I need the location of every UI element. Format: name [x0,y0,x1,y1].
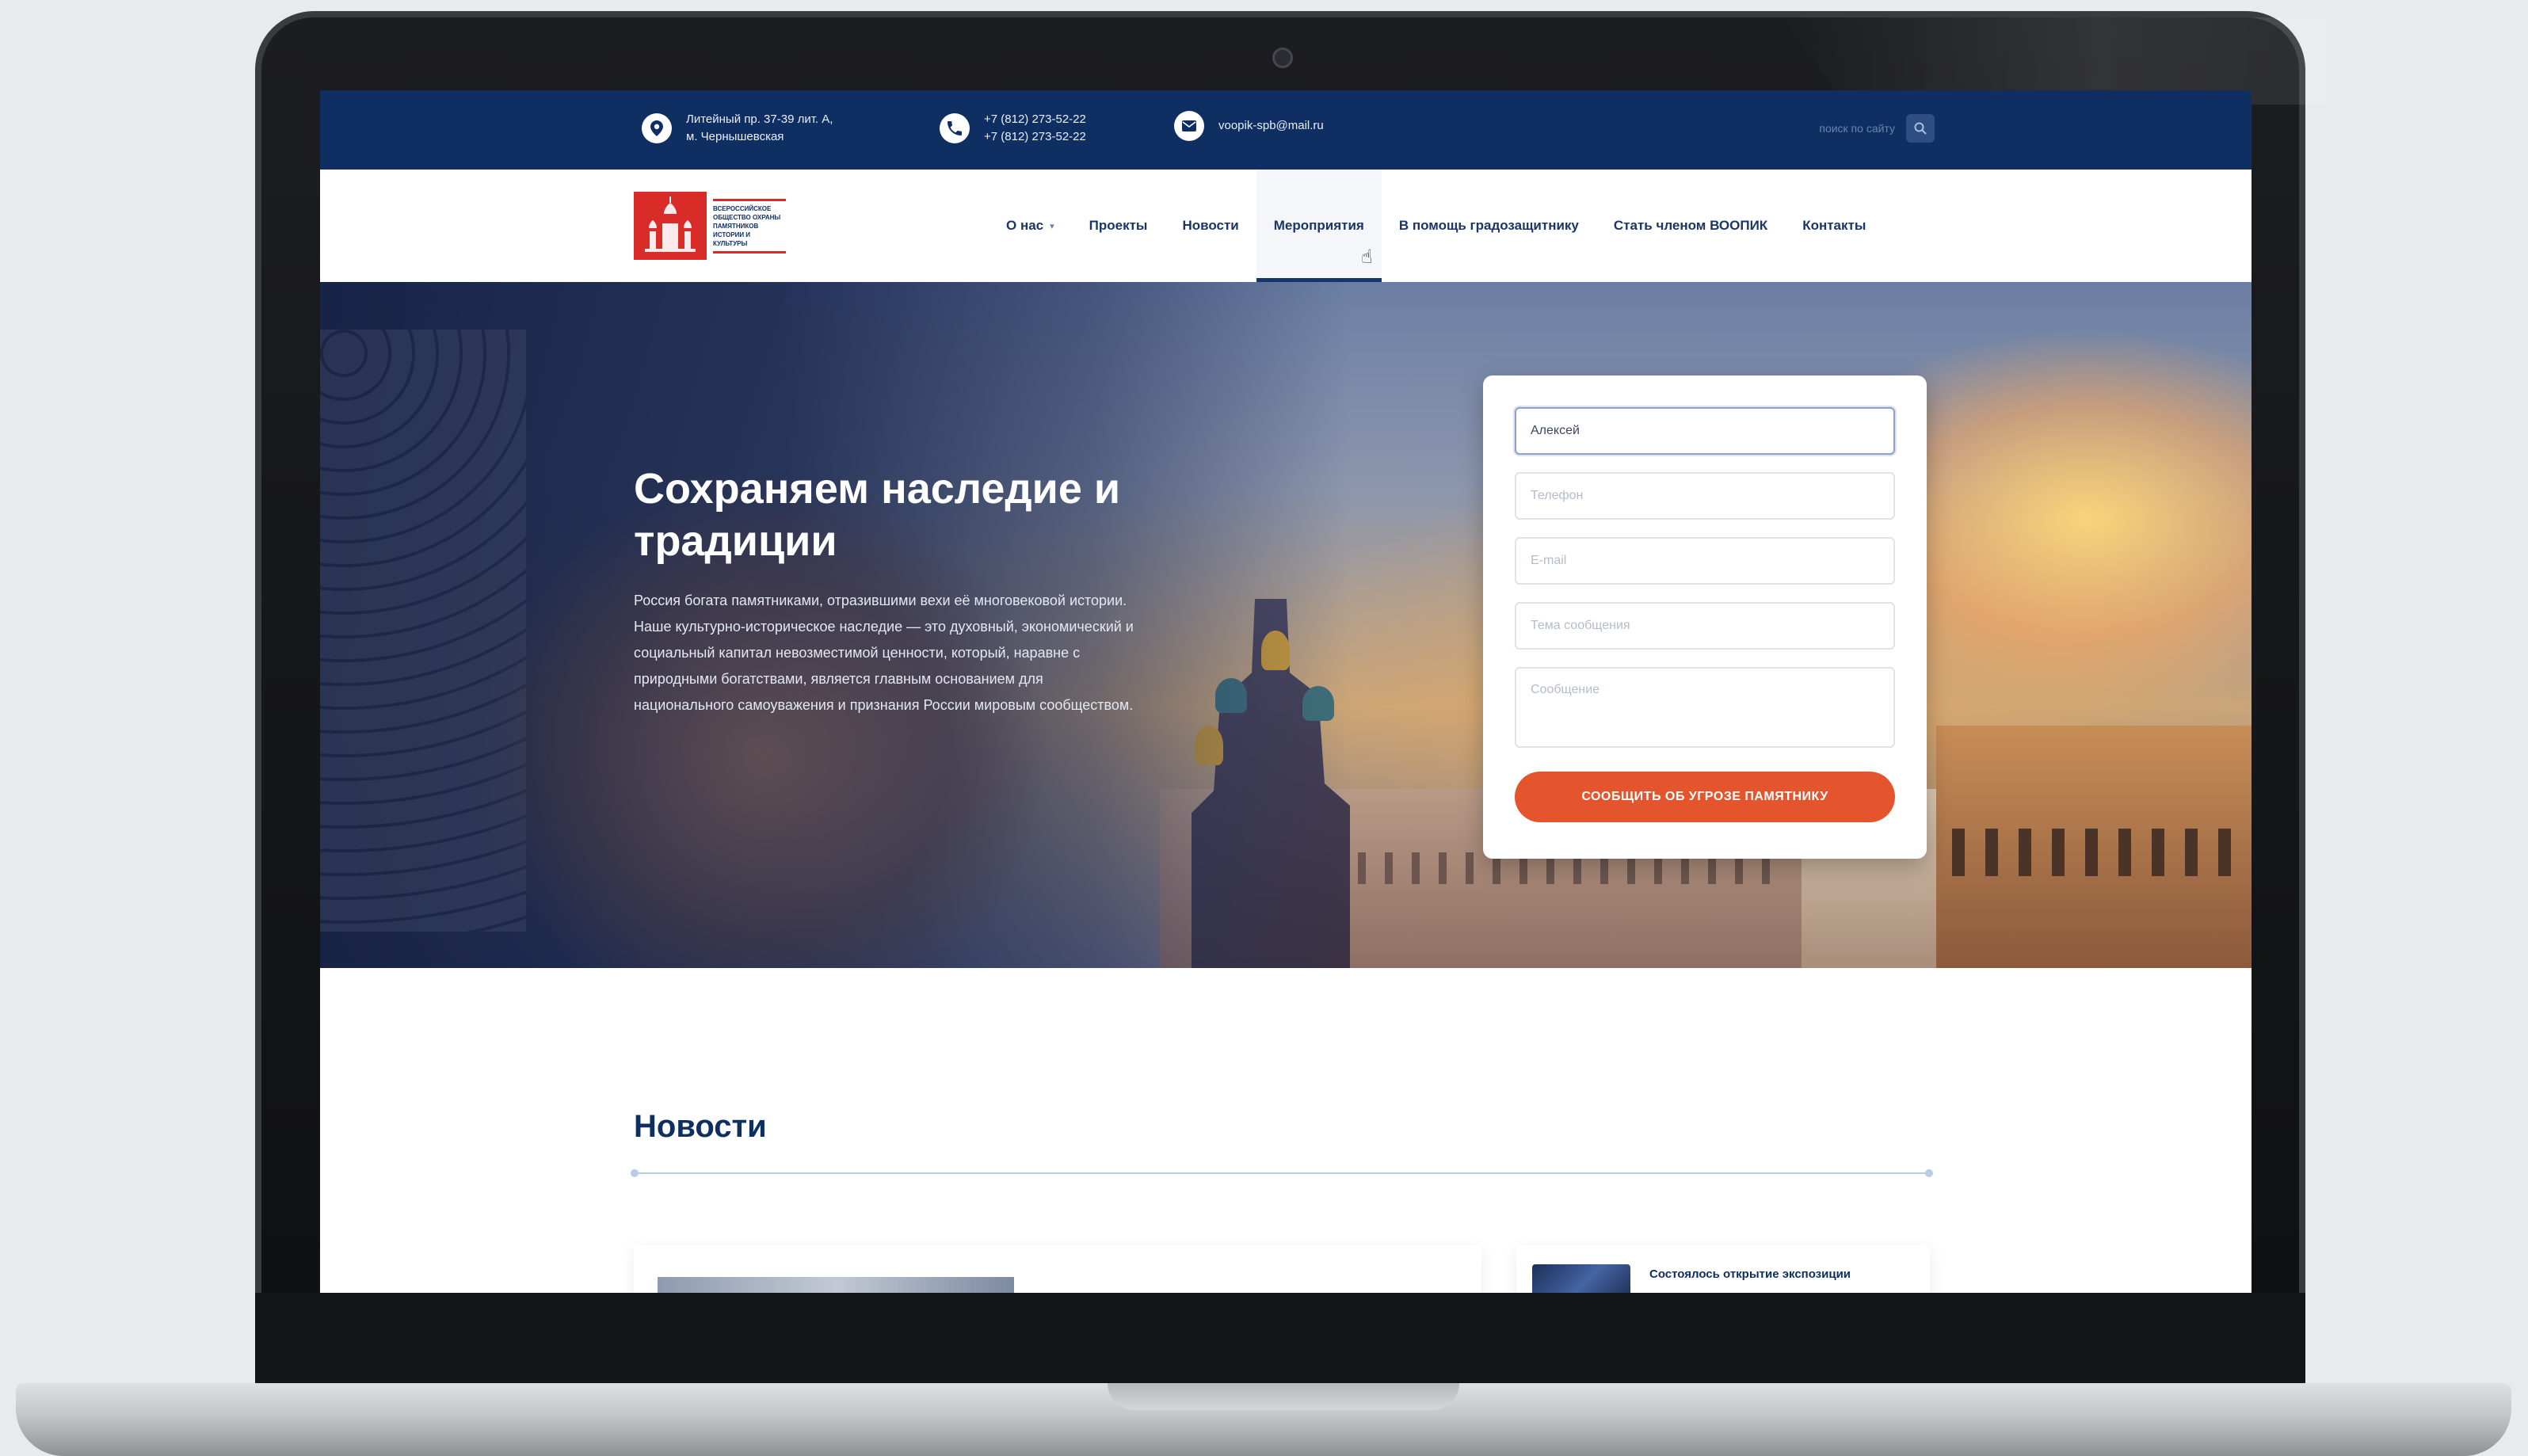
address-line-2: м. Чернышевская [686,130,784,143]
phone-number-2[interactable]: +7 (812) 273-52-22 [984,128,1086,146]
hero-description: Россия богата памятниками, отразившими в… [634,593,1134,713]
nav-item-label: Мероприятия [1273,218,1364,233]
nav-item-label: Новости [1182,218,1239,233]
chevron-down-icon: ▾ [1050,221,1054,231]
search-input[interactable] [1767,114,1906,143]
news-section-title: Новости [634,1109,767,1144]
nav-item-label: В помощь градозащитнику [1398,218,1579,233]
phone-info[interactable]: +7 (812) 273-52-22 +7 (812) 273-52-22 [940,111,1086,146]
report-threat-button[interactable]: СООБЩИТЬ ОБ УГРОЗЕ ПАМЯТНИКУ [1515,772,1895,822]
mail-icon [1174,111,1204,141]
nav-item-help[interactable]: В помощь градозащитнику [1382,170,1596,282]
laptop-bezel [255,1293,2305,1383]
nav-item-contacts[interactable]: Контакты [1785,170,1883,282]
nav-item-label: Контакты [1802,218,1866,233]
phone-number-1[interactable]: +7 (812) 273-52-22 [984,111,1086,128]
name-field[interactable] [1515,407,1895,455]
kremlin-logo-icon [634,192,707,260]
address-info: Литейный пр. 37-39 лит. А, м. Чернышевск… [642,111,833,146]
subject-field[interactable] [1515,602,1895,650]
main-navbar: Всероссийское общество охраны памятников… [320,170,2252,282]
site-search [1767,114,1935,143]
news-image [658,1277,1014,1293]
camera-icon [1272,48,1293,68]
nav-item-about[interactable]: О нас ▾ [989,170,1072,282]
top-info-bar: Литейный пр. 37-39 лит. А, м. Чернышевск… [320,90,2252,170]
site-logo[interactable]: Всероссийское общество охраны памятников… [634,192,786,260]
nav-item-membership[interactable]: Стать членом ВООПИК [1596,170,1785,282]
mouse-pointer-icon: ☝ [1361,246,1373,268]
logo-text: Всероссийское общество охраны памятников… [713,198,786,253]
phone-field[interactable] [1515,472,1895,520]
nav-item-news[interactable]: Новости [1165,170,1256,282]
nav-item-label: Стать членом ВООПИК [1613,218,1768,233]
email-link[interactable]: voopik-spb@mail.ru [1218,117,1324,135]
email-field[interactable] [1515,537,1895,585]
email-info[interactable]: voopik-spb@mail.ru [1174,111,1324,141]
map-pin-icon [642,113,672,143]
search-icon[interactable] [1906,114,1935,143]
news-card[interactable] [634,1245,1481,1293]
nav-item-projects[interactable]: Проекты [1072,170,1165,282]
phone-icon [940,113,970,143]
hero-section: Сохраняем наследие и традиции Россия бог… [320,282,2252,968]
news-card-title[interactable]: Состоялось открытие экспозиции [1649,1267,1851,1281]
report-threat-form: СООБЩИТЬ ОБ УГРОЗЕ ПАМЯТНИКУ [1483,375,1927,859]
main-menu: О нас ▾ Проекты Новости Мероприятия В по… [989,170,1883,282]
section-divider [631,1169,1933,1177]
address-line-1: Литейный пр. 37-39 лит. А, [686,112,833,126]
nav-item-label: Проекты [1089,218,1148,233]
website-screen: Литейный пр. 37-39 лит. А, м. Чернышевск… [320,90,2252,1293]
nav-item-label: О нас [1006,218,1044,233]
laptop-base-notch [1108,1383,1459,1410]
hero-title: Сохраняем наследие и традиции [634,465,1121,565]
building-windows-image [1952,829,2245,876]
message-field[interactable] [1515,667,1895,748]
news-card[interactable]: Состоялось открытие экспозиции [1516,1245,1930,1293]
news-thumbnail [1532,1264,1630,1293]
